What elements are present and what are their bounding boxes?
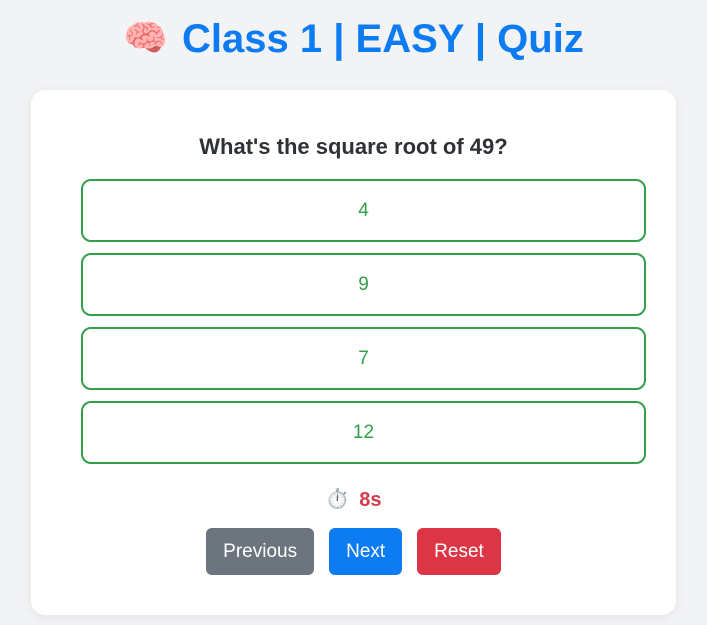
answer-option-4[interactable]: 12 (81, 401, 646, 464)
timer-value: 8s (359, 489, 382, 511)
quiz-controls: Previous Next Reset (31, 528, 676, 575)
answer-options: 4 9 7 12 (81, 179, 646, 475)
quiz-page: 🧠 Class 1 | EASY | Quiz What's the square… (0, 0, 707, 625)
timer: ⏱️ 8s (31, 486, 676, 514)
answer-option-3[interactable]: 7 (81, 327, 646, 390)
page-title: 🧠 Class 1 | EASY | Quiz (0, 14, 707, 63)
next-button[interactable]: Next (329, 528, 403, 575)
stopwatch-icon: ⏱️ (325, 489, 350, 510)
quiz-card: What's the square root of 49? 4 9 7 12 ⏱… (31, 90, 676, 615)
brain-icon: 🧠 (123, 17, 169, 58)
reset-button[interactable]: Reset (417, 528, 501, 575)
previous-button[interactable]: Previous (206, 528, 315, 575)
question-text: What's the square root of 49? (199, 134, 508, 159)
answer-option-2[interactable]: 9 (81, 253, 646, 316)
page-title-text: Class 1 | EASY | Quiz (182, 17, 584, 61)
answer-option-1[interactable]: 4 (81, 179, 646, 242)
